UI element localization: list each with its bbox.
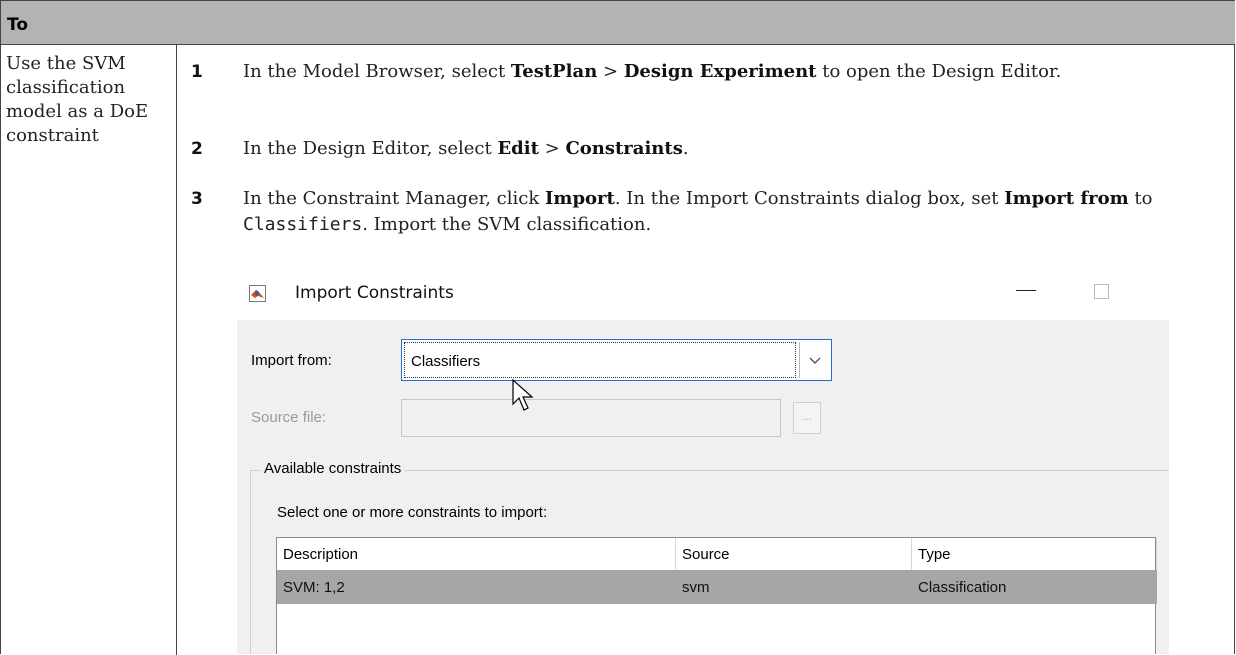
text-run: In the Model Browser, select	[243, 61, 511, 82]
dialog-title: Import Constraints	[295, 283, 454, 303]
text-run: In the Constraint Manager, click	[243, 188, 545, 209]
column-header-label: Source	[682, 546, 730, 563]
text-run: . Import the SVM classification.	[362, 214, 652, 235]
maximize-icon[interactable]	[1094, 284, 1109, 299]
code-value: Classifiers	[243, 214, 363, 235]
column-header-label: Type	[918, 546, 951, 563]
row-description: SVM: 1,2	[283, 579, 345, 596]
text-run: . In the Import Constraints dialog box, …	[614, 188, 1005, 209]
menu-ref: Edit	[497, 138, 539, 159]
chevron-down-icon	[809, 357, 821, 364]
text-run: .	[682, 138, 689, 159]
step-text: In the Constraint Manager, click Import.…	[243, 186, 1203, 238]
import-from-value: Classifiers	[411, 353, 481, 370]
instruction-text: Select one or more constraints to import…	[277, 504, 548, 521]
text-run: In the Design Editor, select	[243, 138, 498, 159]
group-label: Available constraints	[261, 460, 405, 477]
header-label: To	[7, 15, 29, 35]
row-source: svm	[682, 579, 710, 596]
source-file-label: Source file:	[251, 409, 327, 426]
step-number: 1	[191, 62, 203, 82]
menu-ref: Constraints	[565, 138, 683, 159]
menu-ref: TestPlan	[510, 61, 598, 82]
text-run: >	[597, 61, 624, 82]
import-from-label: Import from:	[251, 352, 332, 369]
import-from-dropdown[interactable]: Classifiers	[401, 339, 832, 381]
table-row[interactable]: SVM: 1,2 svm Classification	[277, 570, 1157, 604]
table-header: To	[1, 1, 1235, 45]
text-run: to	[1128, 188, 1153, 209]
step-number: 3	[191, 189, 203, 209]
dropdown-focus-box: Classifiers	[404, 342, 796, 378]
column-header-type[interactable]: Type	[912, 538, 1157, 570]
dialog-titlebar: Import Constraints	[237, 264, 1169, 320]
column-header-label: Description	[283, 546, 359, 563]
button-ref: Import	[544, 188, 615, 209]
dropdown-button[interactable]	[799, 342, 830, 378]
step-text: In the Design Editor, select Edit > Cons…	[243, 136, 1203, 162]
step-text: In the Model Browser, select TestPlan > …	[243, 59, 1203, 85]
field-ref: Import from	[1004, 188, 1129, 209]
step-number: 2	[191, 139, 203, 159]
constraints-table[interactable]: Description Source Type SVM: 1,2 svm Cla…	[276, 537, 1157, 654]
matlab-logo-icon	[249, 285, 266, 302]
column-header-description[interactable]: Description	[277, 538, 676, 570]
import-constraints-dialog: Import Constraints Import from: Classifi…	[237, 264, 1169, 654]
mouse-cursor-icon	[512, 378, 534, 411]
menu-ref: Design Experiment	[623, 61, 817, 82]
browse-button: ...	[793, 402, 821, 434]
source-file-field	[401, 399, 781, 437]
text-run: >	[538, 138, 566, 159]
row-type: Classification	[918, 579, 1007, 596]
minimize-icon[interactable]	[1016, 290, 1036, 291]
column-header-source[interactable]: Source	[676, 538, 912, 570]
column-divider	[176, 45, 177, 655]
task-cell: Use the SVM classification model as a Do…	[6, 53, 149, 146]
text-run: to open the Design Editor.	[816, 61, 1062, 82]
